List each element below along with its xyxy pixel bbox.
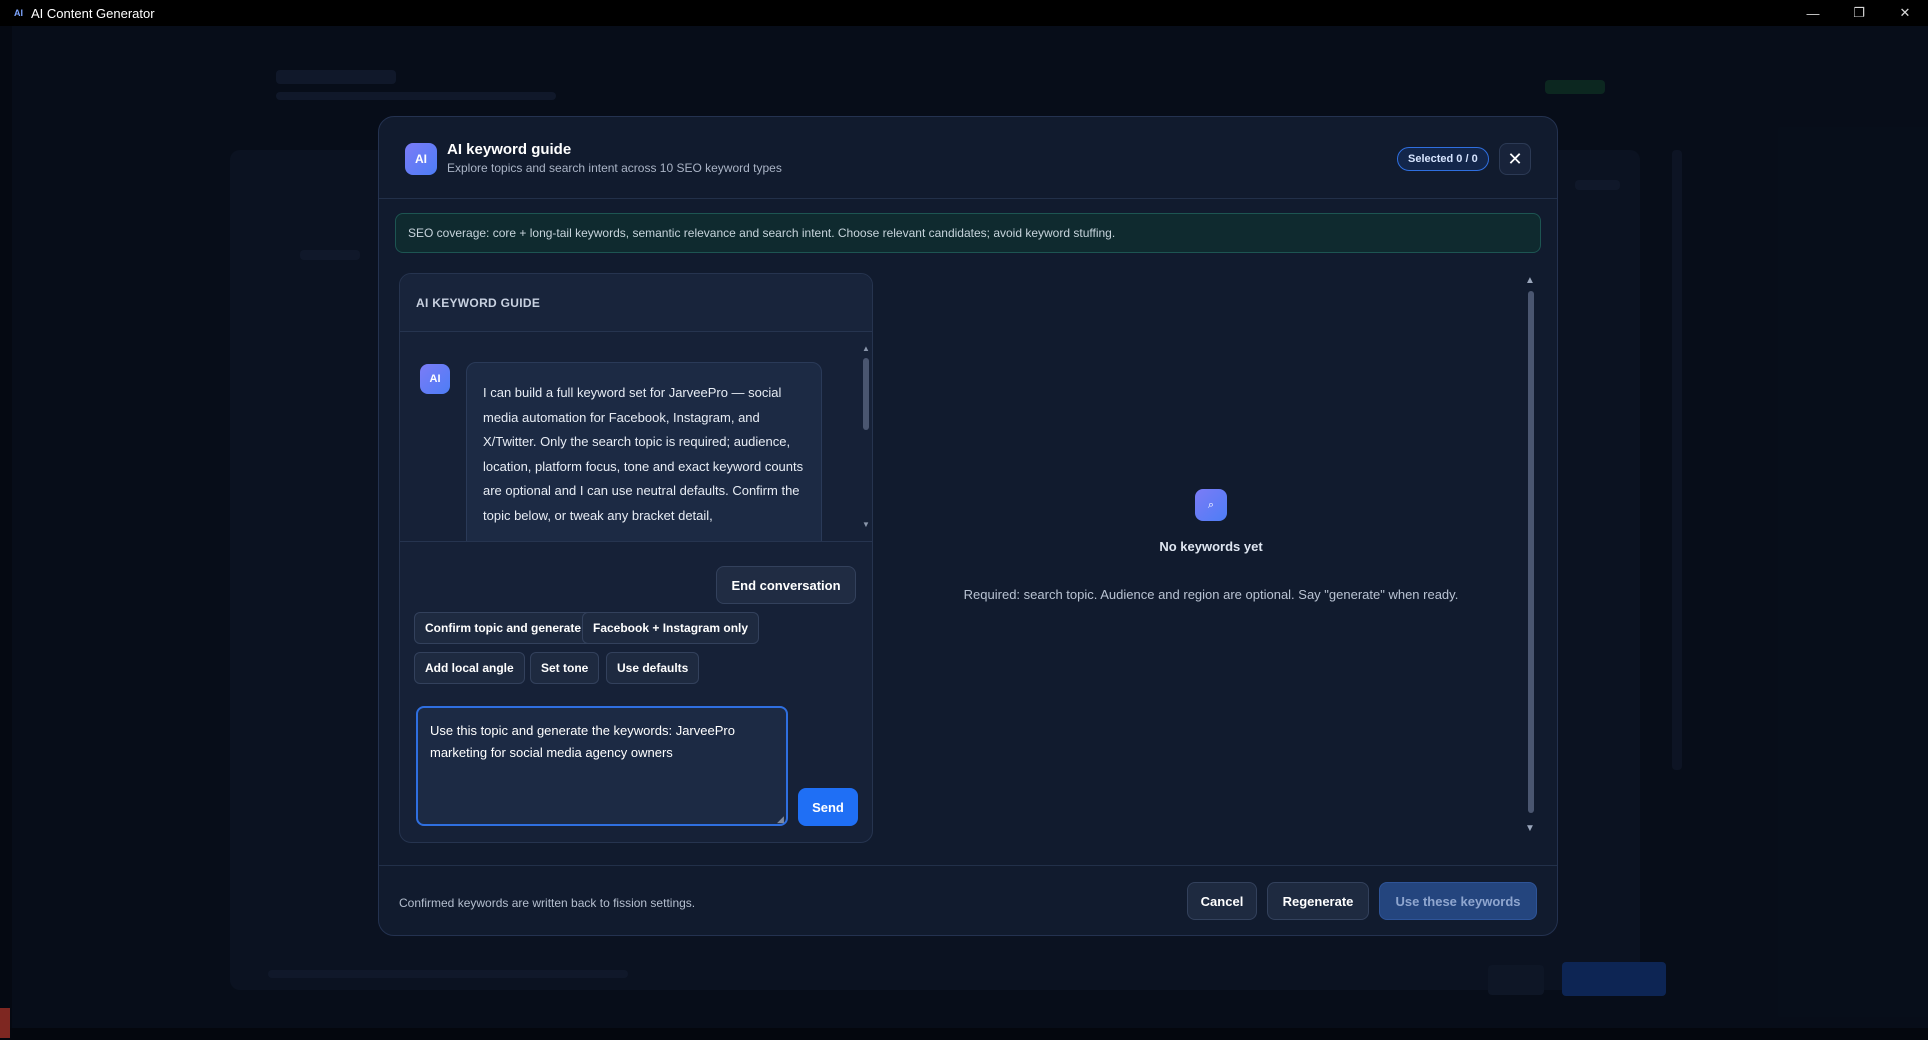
chip-confirm-topic[interactable]: Confirm topic and generate	[414, 612, 593, 644]
chip-facebook-instagram[interactable]: Facebook + Instagram only	[582, 612, 760, 644]
scrollbar-thumb[interactable]	[863, 358, 869, 430]
results-scrollbar[interactable]: ▲ ▼	[1525, 275, 1537, 841]
scrollbar-thumb[interactable]	[1528, 291, 1534, 813]
send-button[interactable]: Send	[798, 788, 858, 826]
modal-header: AI AI keyword guide Explore topics and s…	[379, 117, 1557, 199]
seo-coverage-notice: SEO coverage: core + long-tail keywords,…	[395, 213, 1541, 253]
window-titlebar: AI AI Content Generator — ❐ ✕	[0, 0, 1928, 26]
use-keywords-button[interactable]: Use these keywords	[1379, 882, 1537, 920]
chat-header-label: AI KEYWORD GUIDE	[416, 296, 541, 310]
window-controls: — ❐ ✕	[1790, 0, 1928, 26]
app-logo-icon: AI	[14, 8, 23, 18]
chat-header: AI KEYWORD GUIDE	[400, 274, 872, 332]
assistant-message: I can build a full keyword set for Jarve…	[466, 362, 822, 541]
restore-icon[interactable]: ❐	[1836, 0, 1882, 26]
modal-footer: Confirmed keywords are written back to f…	[379, 865, 1557, 937]
message-list[interactable]: AI I can build a full keyword set for Ja…	[400, 332, 872, 542]
keyword-results-area: ⌕ No keywords yet Required: search topic…	[879, 273, 1519, 843]
empty-state-hint: Required: search topic. Audience and reg…	[963, 587, 1459, 602]
cancel-button[interactable]: Cancel	[1187, 882, 1257, 920]
scroll-up-icon[interactable]: ▲	[862, 344, 870, 353]
minimize-icon[interactable]: —	[1790, 0, 1836, 26]
scroll-up-icon[interactable]: ▲	[1525, 275, 1535, 286]
scroll-down-icon[interactable]: ▼	[1525, 823, 1535, 834]
end-conversation-button[interactable]: End conversation	[716, 566, 856, 604]
window-close-icon[interactable]: ✕	[1882, 0, 1928, 26]
footer-note: Confirmed keywords are written back to f…	[399, 896, 696, 910]
message-input[interactable]	[416, 706, 788, 826]
regenerate-button[interactable]: Regenerate	[1267, 882, 1369, 920]
chip-local-angle[interactable]: Add local angle	[414, 652, 525, 684]
close-icon[interactable]: ✕	[1499, 143, 1531, 175]
modal-subtitle: Explore topics and search intent across …	[447, 161, 782, 175]
modal-title: AI keyword guide	[447, 141, 572, 158]
selected-count-badge: Selected 0 / 0	[1397, 147, 1489, 171]
message-scrollbar[interactable]: ▲ ▼	[862, 344, 870, 532]
assistant-avatar-icon: AI	[420, 364, 450, 394]
empty-state-title: No keywords yet	[1159, 539, 1263, 554]
chip-use-defaults[interactable]: Use defaults	[606, 652, 700, 684]
chip-set-tone[interactable]: Set tone	[530, 652, 600, 684]
keyword-guide-modal: AI AI keyword guide Explore topics and s…	[378, 116, 1558, 936]
chat-panel: AI KEYWORD GUIDE AI I can build a full k…	[399, 273, 873, 843]
resize-grip-icon[interactable]: ◢	[777, 814, 784, 825]
window-title: AI Content Generator	[31, 5, 155, 21]
ai-badge-icon: AI	[405, 143, 437, 175]
scroll-down-icon[interactable]: ▼	[862, 520, 870, 529]
search-icon: ⌕	[1195, 489, 1227, 521]
